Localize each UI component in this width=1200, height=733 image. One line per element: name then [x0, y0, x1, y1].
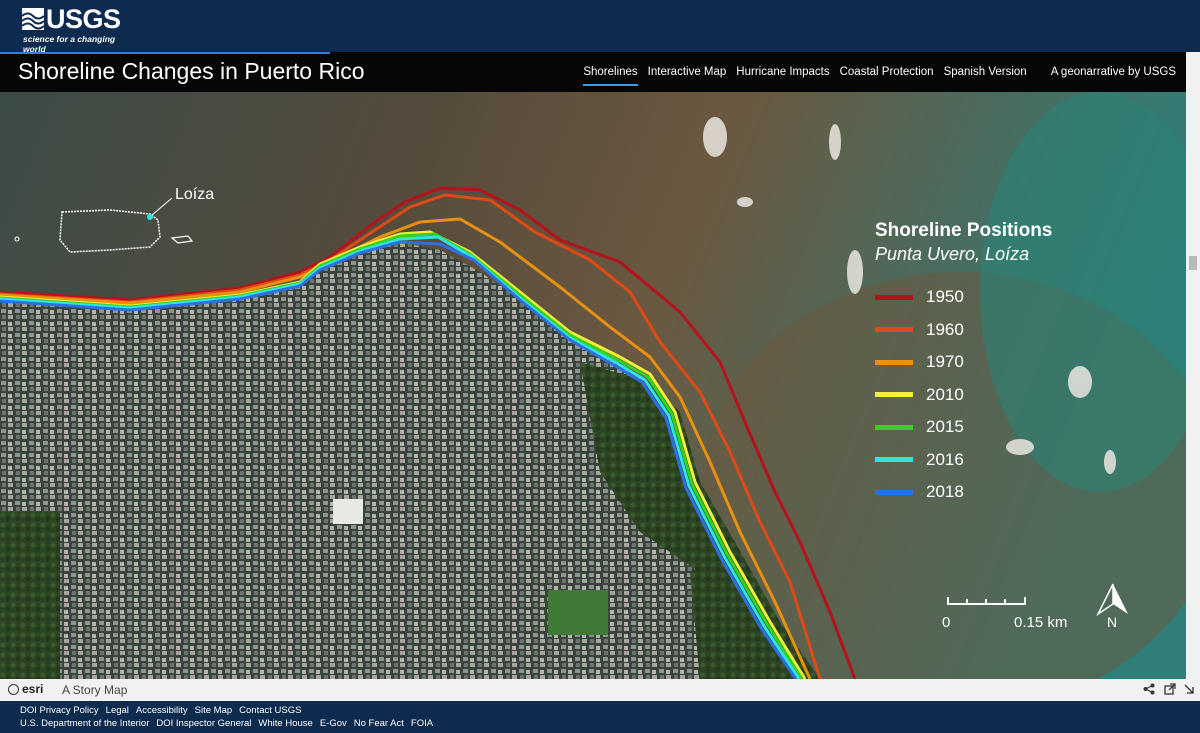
- footer-link-contact[interactable]: Contact USGS: [239, 705, 301, 716]
- story-byline: A geonarrative by USGS: [1050, 66, 1176, 78]
- legend-title: Shoreline Positions: [875, 220, 1053, 241]
- nav-hurricane-impacts[interactable]: Hurricane Impacts: [736, 64, 829, 80]
- legend-swatch-2018: [875, 489, 913, 495]
- legend-year-2018: 2018: [926, 482, 964, 502]
- usgs-wordmark: USGS: [46, 4, 121, 34]
- usgs-wave-icon: [22, 8, 45, 30]
- story-header: Shoreline Changes in Puerto Rico Shoreli…: [0, 52, 1186, 92]
- story-title: Shoreline Changes in Puerto Rico: [18, 58, 365, 84]
- scroll-thumb[interactable]: [1189, 256, 1197, 270]
- legend-swatch-1970: [875, 359, 913, 365]
- story-map-bar: esri A Story Map: [0, 679, 1200, 701]
- western-vegetation: [0, 512, 60, 679]
- north-label: N: [1107, 614, 1118, 630]
- legend-item-2016: 2016: [875, 444, 1052, 477]
- legend-swatch-1950: [875, 294, 913, 300]
- legend-year-1960: 1960: [926, 319, 964, 339]
- legend-item-2015: 2015: [875, 411, 1052, 444]
- scale-start-label: 0: [942, 614, 951, 631]
- inset-label-loiza: Loíza: [175, 186, 215, 203]
- nav-shorelines[interactable]: Shorelines: [583, 64, 639, 86]
- agency-footer: DOI Privacy Policy Legal Accessibility S…: [0, 701, 1200, 733]
- share-icon[interactable]: [1143, 683, 1155, 695]
- footer-link-no-fear-act[interactable]: No Fear Act: [354, 718, 404, 729]
- page-scrollbar[interactable]: [1186, 52, 1200, 679]
- open-new-window-icon[interactable]: [1164, 683, 1176, 695]
- footer-link-inspector-general[interactable]: DOI Inspector General: [156, 718, 251, 729]
- legend-item-2010: 2010: [875, 379, 1052, 412]
- esri-label: esri: [22, 682, 44, 696]
- legend-swatch-2016: [875, 457, 913, 463]
- esri-logo[interactable]: esri: [8, 682, 43, 696]
- legend-item-1960: 1960: [875, 314, 1052, 347]
- footer-link-legal[interactable]: Legal: [106, 705, 129, 716]
- legend-item-1950: 1950: [875, 281, 1052, 314]
- legend-year-2010: 2010: [926, 384, 964, 404]
- legend-year-1950: 1950: [926, 287, 964, 307]
- footer-link-doi[interactable]: U.S. Department of the Interior: [20, 718, 149, 729]
- legend-swatch-1960: [875, 327, 913, 333]
- footer-link-privacy[interactable]: DOI Privacy Policy: [20, 705, 99, 716]
- large-building: [333, 499, 363, 524]
- nav-coastal-protection[interactable]: Coastal Protection: [840, 64, 934, 80]
- scale-end-label: 0.15 km: [1014, 614, 1068, 631]
- footer-link-white-house[interactable]: White House: [258, 718, 312, 729]
- legend-item-2018: 2018: [875, 476, 1052, 509]
- nav-interactive-map[interactable]: Interactive Map: [648, 64, 727, 80]
- shoreline-map[interactable]: Loíza Shoreline Positions Punta Uvero, L…: [0, 92, 1186, 679]
- legend-subtitle: Punta Uvero, Loíza: [875, 244, 1030, 264]
- footer-link-accessibility[interactable]: Accessibility: [136, 705, 188, 716]
- footer-link-foia[interactable]: FOIA: [411, 718, 433, 729]
- collapse-icon[interactable]: [1183, 683, 1195, 695]
- footer-link-egov[interactable]: E-Gov: [320, 718, 347, 729]
- legend-year-1970: 1970: [926, 352, 964, 372]
- map-legend: Shoreline Positions Punta Uvero, Loíza 1…: [875, 220, 1052, 509]
- footer-links-row-2: U.S. Department of the Interior DOI Insp…: [20, 718, 440, 729]
- legend-swatch-2010: [875, 392, 913, 398]
- legend-swatch-2015: [875, 424, 913, 430]
- agency-header: USGS science for a changing world: [0, 0, 1200, 54]
- usgs-logo[interactable]: USGS science for a changing world: [22, 4, 122, 54]
- usgs-tagline: science for a changing world: [23, 34, 116, 54]
- nav-spanish-version[interactable]: Spanish Version: [944, 64, 1027, 80]
- legend-year-2016: 2016: [926, 449, 964, 469]
- legend-year-2015: 2015: [926, 417, 964, 437]
- storymap-label[interactable]: A Story Map: [62, 683, 127, 697]
- title-accent-line: [0, 52, 330, 54]
- legend-item-1970: 1970: [875, 346, 1052, 379]
- footer-link-site-map[interactable]: Site Map: [195, 705, 233, 716]
- legend-items: 1950 1960 1970 2010 2015 2016 2018: [875, 281, 1052, 509]
- story-nav: Shorelines Interactive Map Hurricane Imp…: [573, 52, 1176, 92]
- sports-field: [548, 590, 608, 635]
- esri-globe-icon: [8, 684, 19, 695]
- footer-links-row-1: DOI Privacy Policy Legal Accessibility S…: [20, 705, 308, 716]
